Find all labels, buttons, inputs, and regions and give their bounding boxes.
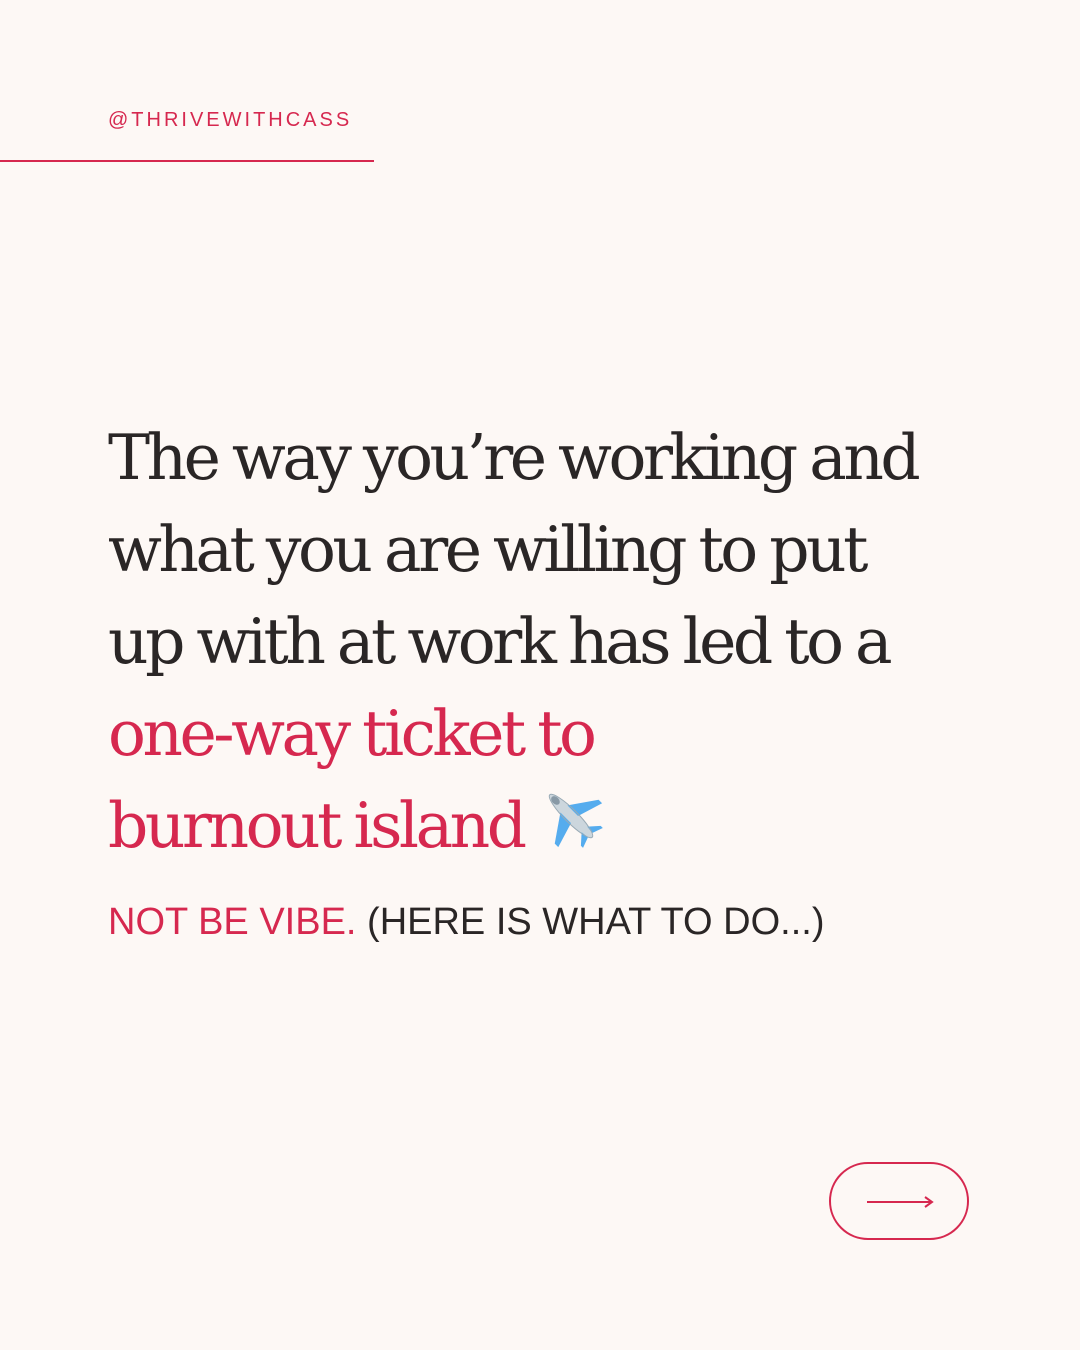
headline-line-1: The way you’re working and [108, 421, 921, 494]
headline-accent-line-1: one-way ticket to [108, 697, 597, 770]
airplane-icon [536, 781, 606, 851]
headline-line-2: what you are willing to put [108, 513, 868, 586]
subheadline: NOT BE VIBE. (HERE IS WHAT TO DO...) [108, 898, 825, 946]
headline-line-3: up with at work has led to a [108, 605, 893, 678]
subheadline-accent: NOT BE VIBE. [108, 901, 357, 943]
handle-divider [0, 160, 374, 162]
headline-accent-line-2-row: burnout island [108, 780, 1008, 872]
account-handle: @THRIVEWITHCASS [108, 109, 353, 131]
subheadline-rest: (HERE IS WHAT TO DO...) [367, 901, 825, 943]
headline: The way you’re working and what you are … [108, 412, 1008, 872]
next-slide-button[interactable] [829, 1162, 969, 1240]
arrow-right-icon [867, 1196, 934, 1208]
headline-accent-line-2: burnout island [108, 789, 527, 862]
